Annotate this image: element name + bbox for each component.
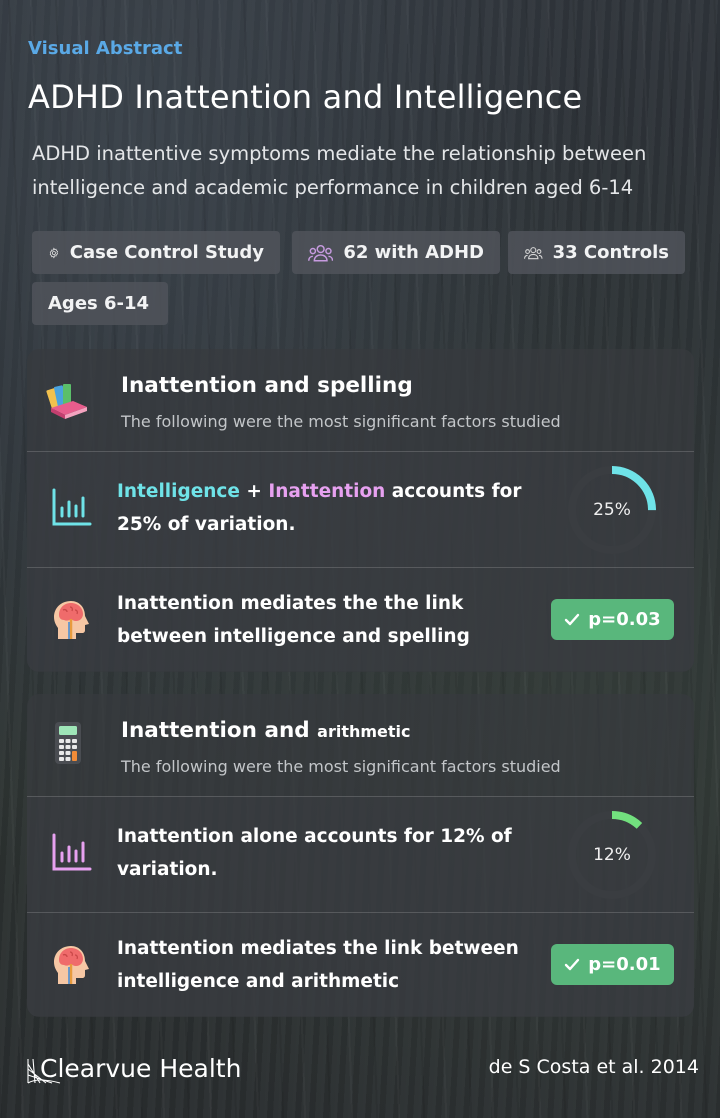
finding-row: Inattention alone accounts for 12% of va… bbox=[27, 796, 694, 912]
group-icon bbox=[524, 246, 543, 259]
tag-age-range: Ages 6-14 bbox=[32, 282, 168, 325]
visual-abstract: Visual Abstract ADHD Inattention and Int… bbox=[0, 0, 720, 1118]
p-value-badge: p=0.03 bbox=[551, 599, 674, 640]
variance-gauge: 12% bbox=[567, 810, 657, 900]
group-icon bbox=[308, 244, 334, 262]
highlight-intelligence: Intelligence bbox=[117, 481, 240, 502]
p-value-text: p=0.03 bbox=[588, 609, 661, 630]
check-icon bbox=[565, 958, 580, 970]
brain-head-icon bbox=[54, 601, 89, 639]
tag-control-count: 33 Controls bbox=[508, 231, 685, 274]
calculator-icon bbox=[55, 722, 81, 764]
tag-study-type: Case Control Study bbox=[32, 231, 280, 274]
p-value-text: p=0.01 bbox=[588, 954, 661, 975]
citation: de S Costa et al. 2014 bbox=[488, 1056, 699, 1078]
section-arithmetic: Inattention and arithmetic The following… bbox=[27, 694, 694, 1017]
brand-logo: Clearvue Health bbox=[26, 1054, 242, 1084]
plus-sign: + bbox=[239, 481, 269, 502]
section-subtitle: The following were the most significant … bbox=[121, 412, 561, 431]
tag-label: 62 with ADHD bbox=[343, 242, 484, 263]
finding-text: Inattention alone accounts for 12% of va… bbox=[117, 826, 512, 880]
check-icon bbox=[565, 613, 580, 625]
bar-chart-icon bbox=[52, 488, 92, 526]
page-subtitle: ADHD inattentive symptoms mediate the re… bbox=[32, 142, 647, 199]
page-title: ADHD Inattention and Intelligence bbox=[28, 78, 583, 116]
bar-chart-icon bbox=[52, 833, 92, 871]
section-header: Inattention and spelling The following w… bbox=[27, 349, 694, 451]
brand-name: Clearvue Health bbox=[40, 1054, 242, 1083]
section-title: Inattention and arithmetic bbox=[121, 718, 411, 743]
variance-gauge: 25% bbox=[567, 465, 657, 555]
p-value-badge: p=0.01 bbox=[551, 944, 674, 985]
section-title: Inattention and spelling bbox=[121, 373, 413, 398]
eyebrow-label: Visual Abstract bbox=[28, 38, 183, 59]
section-title-small: arithmetic bbox=[317, 722, 411, 741]
section-subtitle: The following were the most significant … bbox=[121, 757, 561, 776]
section-spelling: Inattention and spelling The following w… bbox=[27, 349, 694, 672]
gear-icon bbox=[49, 247, 59, 258]
finding-text: Intelligence + Inattention accounts for … bbox=[117, 475, 537, 541]
section-header: Inattention and arithmetic The following… bbox=[27, 694, 694, 796]
finding-row: Intelligence + Inattention accounts for … bbox=[27, 451, 694, 567]
tag-label: Case Control Study bbox=[69, 242, 264, 263]
tag-label: Ages 6-14 bbox=[48, 293, 150, 314]
mediation-row: Inattention mediates the the link betwee… bbox=[27, 567, 694, 671]
brain-head-icon bbox=[54, 946, 89, 984]
gauge-label: 12% bbox=[593, 845, 631, 865]
highlight-inattention: Inattention bbox=[268, 481, 386, 502]
tag-label: 33 Controls bbox=[552, 242, 669, 263]
mediation-row: Inattention mediates the link between in… bbox=[27, 912, 694, 1016]
mediation-text: Inattention mediates the link between in… bbox=[117, 938, 519, 992]
gauge-label: 25% bbox=[593, 500, 631, 520]
section-title-main: Inattention and bbox=[121, 718, 318, 743]
tag-adhd-count: 62 with ADHD bbox=[292, 231, 500, 274]
books-icon bbox=[46, 384, 87, 419]
mediation-text: Inattention mediates the the link betwee… bbox=[117, 593, 470, 647]
